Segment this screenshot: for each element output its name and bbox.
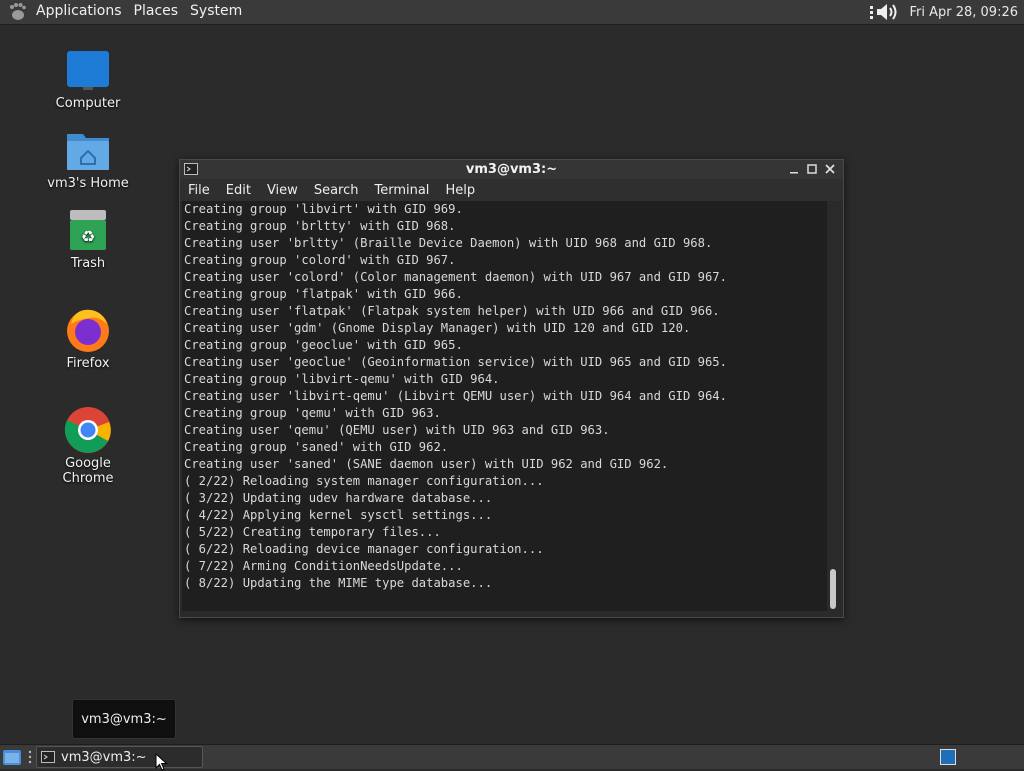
terminal-line: Creating group 'qemu' with GID 963. <box>184 406 441 420</box>
desktop-icon-label: Google Chrome <box>62 456 114 486</box>
terminal-window[interactable]: vm3@vm3:~ File Edit View Search Terminal… <box>179 159 844 618</box>
taskbar-button-label: vm3@vm3:~ <box>61 749 147 765</box>
terminal-line: Creating user 'libvirt-qemu' (Libvirt QE… <box>184 389 727 403</box>
menu-edit[interactable]: Edit <box>218 183 259 198</box>
minimize-icon <box>790 172 798 174</box>
trash-icon: ♻ <box>70 210 106 250</box>
terminal-line: ( 5/22) Creating temporary files... <box>184 525 441 539</box>
terminal-line: ( 2/22) Reloading system manager configu… <box>184 474 544 488</box>
terminal-line: Creating user 'brltty' (Braille Device D… <box>184 236 713 250</box>
menu-terminal[interactable]: Terminal <box>366 183 437 198</box>
terminal-line: Creating user 'saned' (SANE daemon user)… <box>184 457 669 471</box>
desktop-icon-home[interactable]: vm3's Home <box>38 128 138 191</box>
show-desktop-icon[interactable] <box>2 747 22 767</box>
computer-icon <box>67 51 109 90</box>
terminal-line: ( 7/22) Arming ConditionNeedsUpdate... <box>184 559 463 573</box>
chrome-icon <box>64 407 111 453</box>
home-folder-icon <box>67 134 109 170</box>
taskbar-tooltip: vm3@vm3:~ <box>72 699 176 739</box>
mouse-cursor-icon <box>155 753 168 771</box>
menu-help[interactable]: Help <box>437 183 483 198</box>
window-title: vm3@vm3:~ <box>465 162 558 177</box>
terminal-line: Creating user 'qemu' (QEMU user) with UI… <box>184 423 610 437</box>
close-button[interactable] <box>823 161 837 177</box>
maximize-icon <box>807 164 817 174</box>
terminal-line: Creating group 'geoclue' with GID 965. <box>184 338 463 352</box>
desktop-icon-firefox[interactable]: Firefox <box>38 306 138 371</box>
menu-view[interactable]: View <box>259 183 306 198</box>
terminal-line: Creating user 'flatpak' (Flatpak system … <box>184 304 720 318</box>
top-panel-status: Fri Apr 28, 09:26 <box>869 0 1018 24</box>
top-panel: Applications Places System Fri Apr 28, 0… <box>0 0 1024 25</box>
applications-menu[interactable]: Applications <box>30 0 128 24</box>
terminal-icon <box>41 751 55 763</box>
terminal-line: Creating group 'colord' with GID 967. <box>184 253 456 267</box>
terminal-line: ( 4/22) Applying kernel sysctl settings.… <box>184 508 493 522</box>
window-controls <box>787 161 837 177</box>
minimize-button[interactable] <box>787 161 801 177</box>
desktop-icon-trash[interactable]: ♻ Trash <box>38 208 138 271</box>
firefox-icon <box>67 309 109 352</box>
scrollbar[interactable] <box>827 201 839 611</box>
terminal-menu-bar: File Edit View Search Terminal Help <box>180 179 843 201</box>
terminal-line: Creating group 'flatpak' with GID 966. <box>184 287 463 301</box>
tooltip-text: vm3@vm3:~ <box>81 711 167 727</box>
workspace-switcher[interactable] <box>940 749 956 765</box>
maximize-button[interactable] <box>805 161 819 177</box>
terminal-line: Creating group 'saned' with GID 962. <box>184 440 449 454</box>
system-menu[interactable]: System <box>184 0 248 24</box>
close-icon <box>825 164 835 174</box>
desktop-icon-label: vm3's Home <box>47 176 129 191</box>
scrollbar-thumb[interactable] <box>830 569 836 609</box>
desktop-icon-label: Computer <box>55 96 121 111</box>
terminal-line: Creating group 'brltty' with GID 968. <box>184 219 456 233</box>
terminal-line: ( 8/22) Updating the MIME type database.… <box>184 576 493 590</box>
terminal-app-icon[interactable] <box>184 163 198 175</box>
terminal-line: ( 3/22) Updating udev hardware database.… <box>184 491 493 505</box>
terminal-output[interactable]: Creating group 'libvirt' with GID 969. Cr… <box>182 201 827 611</box>
taskbar-terminal-button[interactable]: vm3@vm3:~ <box>36 746 203 768</box>
bottom-panel: vm3@vm3:~ <box>0 744 1024 769</box>
gnome-foot-icon[interactable] <box>8 2 28 22</box>
places-menu[interactable]: Places <box>128 0 185 24</box>
desktop-icon-chrome[interactable]: Google Chrome <box>38 406 138 486</box>
desktop-icon-label: Firefox <box>66 356 110 371</box>
terminal-line: Creating user 'colord' (Color management… <box>184 270 727 284</box>
terminal-line: Creating group 'libvirt' with GID 969. <box>184 202 463 216</box>
terminal-line: Creating user 'gdm' (Gnome Display Manag… <box>184 321 691 335</box>
panel-handle-icon[interactable] <box>28 749 32 765</box>
menu-search[interactable]: Search <box>306 183 367 198</box>
desktop-icon-computer[interactable]: Computer <box>38 48 138 111</box>
terminal-line: Creating group 'libvirt-qemu' with GID 9… <box>184 372 500 386</box>
clock[interactable]: Fri Apr 28, 09:26 <box>909 5 1018 20</box>
svg-text:♻: ♻ <box>81 227 95 246</box>
terminal-line: Creating user 'geoclue' (Geoinformation … <box>184 355 727 369</box>
title-bar[interactable]: vm3@vm3:~ <box>180 160 843 179</box>
volume-icon[interactable] <box>869 2 903 22</box>
terminal-line: ( 6/22) Reloading device manager configu… <box>184 542 544 556</box>
menu-file[interactable]: File <box>180 183 218 198</box>
desktop-icon-label: Trash <box>70 256 106 271</box>
